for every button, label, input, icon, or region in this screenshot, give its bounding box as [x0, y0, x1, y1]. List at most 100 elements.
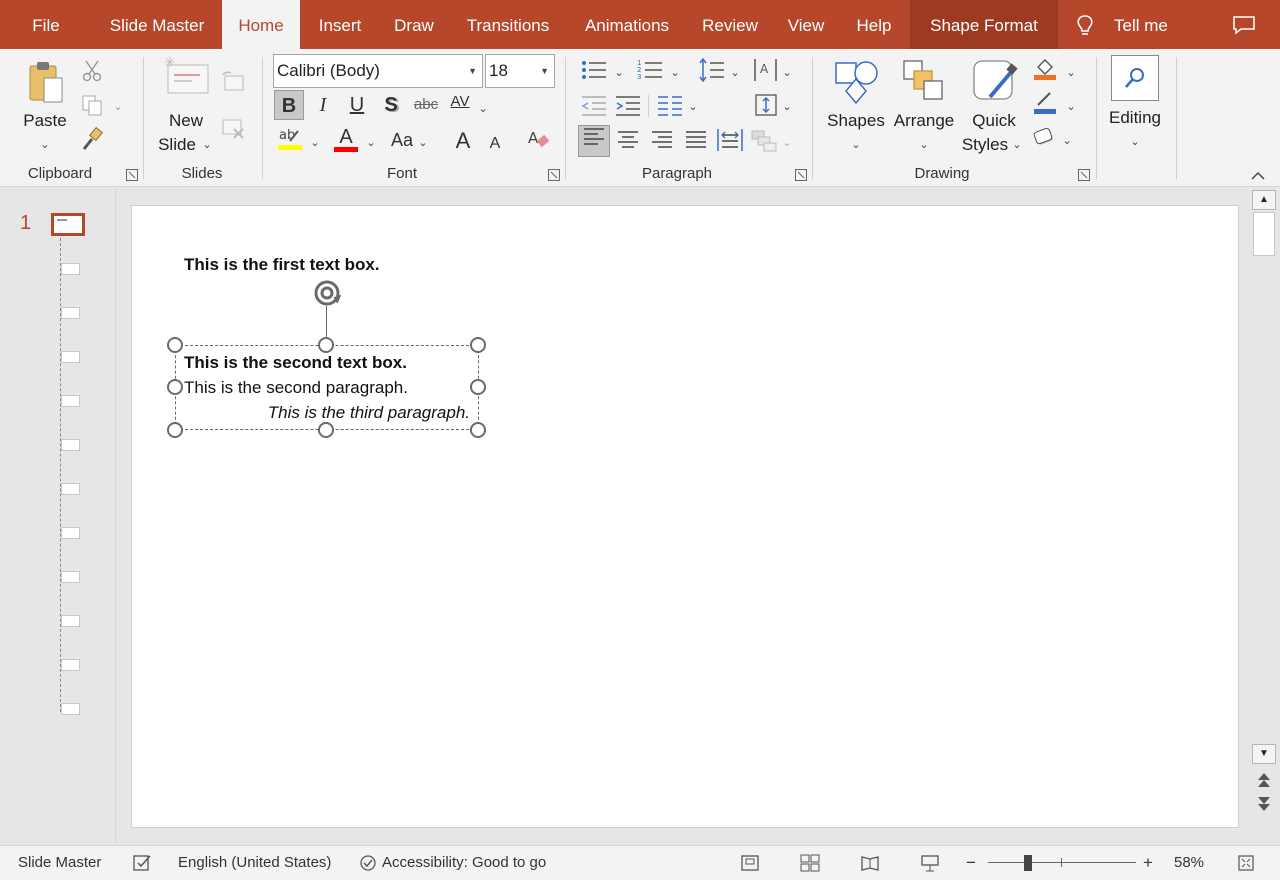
numbering-dropdown-icon[interactable]: ⌄ — [668, 61, 682, 85]
layout-thumbnail[interactable] — [61, 263, 80, 275]
columns-icon[interactable] — [656, 93, 684, 117]
layout-thumbnail[interactable] — [61, 659, 80, 671]
resize-handle-bottom-right[interactable] — [470, 422, 486, 438]
convert-to-smartart-icon[interactable] — [750, 129, 778, 153]
resize-handle-top-right[interactable] — [470, 337, 486, 353]
align-left-button[interactable] — [578, 125, 610, 157]
tab-animations[interactable]: Animations — [572, 0, 682, 49]
tab-home[interactable]: Home — [222, 0, 300, 50]
quick-styles-dropdown-icon[interactable]: ⌄ — [1010, 133, 1024, 157]
previous-slide-icon[interactable] — [1254, 770, 1274, 790]
change-case-dropdown-icon[interactable]: ⌄ — [416, 131, 430, 155]
layout-thumbnail[interactable] — [61, 483, 80, 495]
shapes-dropdown-icon[interactable]: ⌄ — [849, 133, 863, 157]
change-case-button[interactable]: Aa — [386, 125, 418, 155]
zoom-in-button[interactable]: + — [1143, 846, 1153, 880]
scrollbar-thumb[interactable] — [1253, 212, 1275, 256]
copy-dropdown-icon[interactable]: ⌄ — [112, 95, 124, 119]
delete-slide-icon[interactable] — [220, 115, 246, 141]
numbering-icon[interactable]: 1 2 3 — [636, 57, 664, 83]
bullets-icon[interactable] — [580, 57, 608, 83]
shrink-font-button[interactable]: A — [480, 129, 510, 159]
resize-handle-bottom-left[interactable] — [167, 422, 183, 438]
decrease-indent-icon[interactable] — [580, 93, 608, 117]
font-size-dropdown-icon[interactable]: ▼ — [540, 55, 549, 87]
character-spacing-button[interactable]: AV — [446, 87, 474, 117]
comments-icon[interactable] — [1232, 15, 1256, 35]
format-painter-icon[interactable] — [80, 127, 104, 151]
layout-thumbnail[interactable] — [61, 527, 80, 539]
layout-thumbnail[interactable] — [61, 439, 80, 451]
shape-outline-dropdown-icon[interactable]: ⌄ — [1064, 95, 1078, 119]
reset-slide-icon[interactable] — [220, 69, 246, 95]
resize-handle-top[interactable] — [318, 337, 334, 353]
editing-button[interactable] — [1111, 55, 1159, 101]
tab-help[interactable]: Help — [846, 0, 902, 49]
drawing-launcher-icon[interactable] — [1078, 169, 1090, 181]
align-text-dropdown-icon[interactable]: ⌄ — [780, 95, 794, 119]
accessibility-icon[interactable] — [358, 854, 378, 872]
paste-dropdown-icon[interactable]: ⌄ — [38, 133, 52, 157]
character-spacing-dropdown-icon[interactable]: ⌄ — [476, 97, 490, 121]
font-family-combo[interactable]: Calibri (Body) ▼ — [273, 54, 483, 88]
paragraph-launcher-icon[interactable] — [795, 169, 807, 181]
slide-show-icon[interactable] — [920, 854, 940, 872]
columns-dropdown-icon[interactable]: ⌄ — [686, 95, 700, 119]
zoom-slider-thumb[interactable] — [1024, 855, 1032, 871]
font-color-dropdown-icon[interactable]: ⌄ — [364, 131, 378, 155]
second-text-box[interactable]: This is the second text box. This is the… — [184, 350, 470, 425]
scroll-down-button[interactable]: ▼ — [1252, 744, 1276, 764]
zoom-out-button[interactable]: − — [966, 846, 976, 880]
collapse-ribbon-icon[interactable] — [1250, 169, 1266, 181]
tab-transitions[interactable]: Transitions — [456, 0, 560, 49]
tab-draw[interactable]: Draw — [384, 0, 444, 49]
reading-view-icon[interactable] — [860, 854, 880, 872]
bullets-dropdown-icon[interactable]: ⌄ — [612, 61, 626, 85]
shape-effects-dropdown-icon[interactable]: ⌄ — [1060, 129, 1074, 153]
zoom-level[interactable]: 58% — [1174, 846, 1204, 880]
notes-view-icon[interactable] — [740, 854, 760, 872]
bold-button[interactable]: B — [274, 90, 304, 120]
clear-formatting-icon[interactable]: A — [526, 127, 552, 153]
layout-thumbnail[interactable] — [61, 615, 80, 627]
tab-file[interactable]: File — [20, 0, 72, 49]
text-shadow-button[interactable]: S — [376, 90, 406, 120]
tab-slide-master[interactable]: Slide Master — [96, 0, 218, 49]
arrange-icon[interactable] — [900, 57, 948, 105]
new-slide-icon[interactable]: ✳ — [162, 55, 212, 101]
layout-thumbnail[interactable] — [61, 571, 80, 583]
font-color-button[interactable]: A — [332, 125, 360, 153]
layout-thumbnail[interactable] — [61, 307, 80, 319]
tab-review[interactable]: Review — [694, 0, 766, 49]
tell-me-search[interactable]: Tell me — [1074, 0, 1184, 49]
slide-master-thumbnail[interactable] — [51, 213, 85, 236]
highlight-color-icon[interactable]: ab — [276, 125, 304, 153]
resize-handle-right[interactable] — [470, 379, 486, 395]
grow-font-button[interactable]: A — [448, 126, 478, 156]
slide-canvas[interactable]: This is the first text box. This is the … — [131, 205, 1239, 828]
text-direction-dropdown-icon[interactable]: ⌄ — [780, 61, 794, 85]
line-spacing-dropdown-icon[interactable]: ⌄ — [728, 61, 742, 85]
tab-shape-format[interactable]: Shape Format — [910, 0, 1058, 49]
text-box-paragraph[interactable]: This is the second text box. — [184, 350, 470, 375]
resize-handle-top-left[interactable] — [167, 337, 183, 353]
cut-icon[interactable] — [80, 59, 104, 83]
tab-insert[interactable]: Insert — [306, 0, 374, 49]
align-right-icon[interactable] — [650, 129, 674, 151]
next-slide-icon[interactable] — [1254, 794, 1274, 814]
editing-dropdown-icon[interactable]: ⌄ — [1128, 130, 1142, 154]
copy-icon[interactable] — [80, 93, 104, 117]
clipboard-launcher-icon[interactable] — [126, 169, 138, 181]
vertical-scrollbar[interactable]: ▲ ▼ — [1250, 188, 1280, 845]
increase-indent-icon[interactable] — [614, 93, 642, 117]
line-spacing-icon[interactable] — [698, 57, 726, 83]
font-launcher-icon[interactable] — [548, 169, 560, 181]
zoom-slider-track[interactable] — [988, 862, 1136, 863]
tab-view[interactable]: View — [778, 0, 834, 49]
highlight-dropdown-icon[interactable]: ⌄ — [308, 131, 322, 155]
scroll-up-button[interactable]: ▲ — [1252, 190, 1276, 210]
new-slide-dropdown-icon[interactable]: ⌄ — [200, 133, 214, 157]
shape-outline-icon[interactable] — [1032, 89, 1058, 115]
shapes-icon[interactable] — [832, 57, 880, 105]
fit-to-window-icon[interactable] — [1236, 854, 1256, 872]
